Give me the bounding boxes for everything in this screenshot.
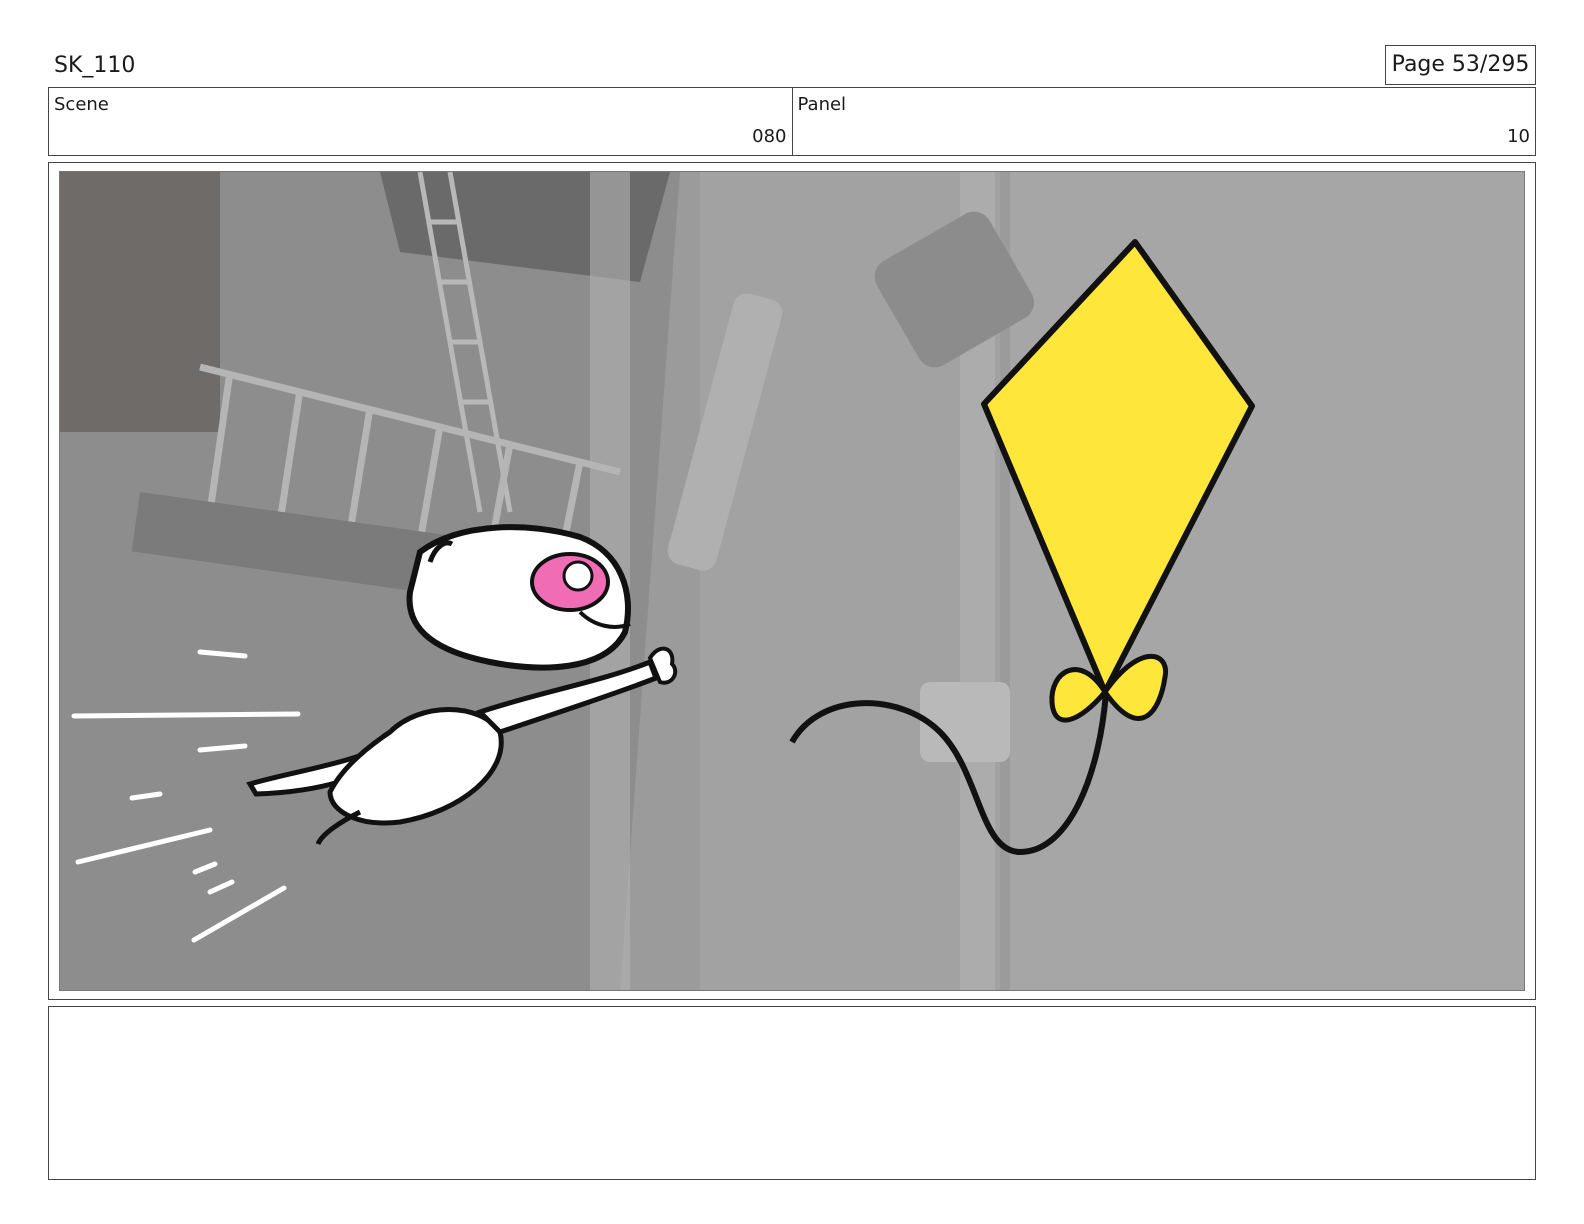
page-number: Page 53/295 <box>1385 45 1536 85</box>
document-title: SK_110 <box>54 53 136 78</box>
scene-number: 080 <box>752 126 787 147</box>
scene-panel-info-bar: Scene 080 Panel 10 <box>48 87 1536 156</box>
scene-cell: Scene 080 <box>49 88 792 155</box>
scene-label: Scene <box>54 94 109 115</box>
wall-fixture-bottom <box>920 682 1010 762</box>
panel-cell: Panel 10 <box>791 88 1536 155</box>
panel-number: 10 <box>1507 126 1530 147</box>
dark-window <box>60 172 220 432</box>
cat-pupil <box>562 560 594 592</box>
storyboard-panel-image <box>59 171 1525 991</box>
panel-label: Panel <box>797 94 847 115</box>
panel-illustration <box>60 172 1524 990</box>
panel-image-frame <box>48 162 1536 1000</box>
panel-notes-box <box>48 1006 1536 1180</box>
